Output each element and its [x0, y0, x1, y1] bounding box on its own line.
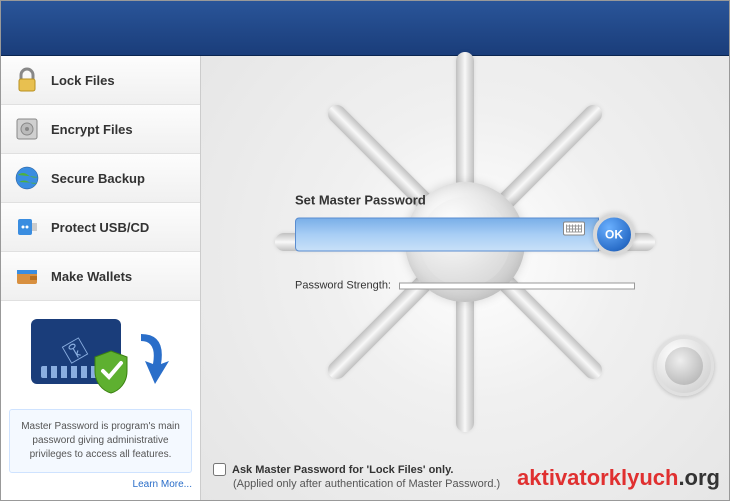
watermark: aktivatorklyuch.org [517, 465, 720, 491]
nav-label: Secure Backup [51, 171, 145, 186]
nav-label: Make Wallets [51, 269, 132, 284]
title-bar [1, 1, 729, 56]
main-panel: Set Master Password OK Password Strength… [201, 56, 729, 500]
safe-icon [13, 115, 41, 143]
sidebar-item-lock-files[interactable]: Lock Files [1, 56, 200, 105]
sidebar-item-encrypt-files[interactable]: Encrypt Files [1, 105, 200, 154]
strength-meter [399, 282, 635, 289]
nav-label: Encrypt Files [51, 122, 133, 137]
nav-label: Lock Files [51, 73, 115, 88]
sidebar-item-protect-usb[interactable]: Protect USB/CD [1, 203, 200, 252]
ask-password-checkbox[interactable] [213, 463, 226, 476]
virtual-keyboard-icon[interactable] [563, 222, 585, 236]
form-heading: Set Master Password [295, 193, 635, 208]
lock-icon [13, 66, 41, 94]
sidebar-item-make-wallets[interactable]: Make Wallets [1, 252, 200, 301]
promo-text: Master Password is program's main passwo… [9, 409, 192, 473]
password-form: Set Master Password OK Password Strength… [295, 193, 635, 292]
combination-dial [654, 336, 714, 396]
wallet-icon [13, 262, 41, 290]
promo-panel: ⚿ Master Password is program's main pass… [1, 301, 200, 500]
strength-label: Password Strength: [295, 280, 391, 292]
usb-icon [13, 213, 41, 241]
ok-button[interactable]: OK [593, 214, 635, 256]
promo-graphic: ⚿ [31, 319, 171, 399]
globe-icon [13, 164, 41, 192]
shield-check-icon [91, 349, 131, 395]
sidebar: Lock Files Encrypt Files Secure Backup P… [1, 56, 201, 500]
app-window: Lock Files Encrypt Files Secure Backup P… [0, 0, 730, 501]
master-password-input[interactable] [295, 218, 599, 252]
nav-label: Protect USB/CD [51, 220, 149, 235]
arrow-down-icon [131, 329, 171, 401]
sidebar-item-secure-backup[interactable]: Secure Backup [1, 154, 200, 203]
learn-more-link[interactable]: Learn More... [9, 479, 192, 490]
